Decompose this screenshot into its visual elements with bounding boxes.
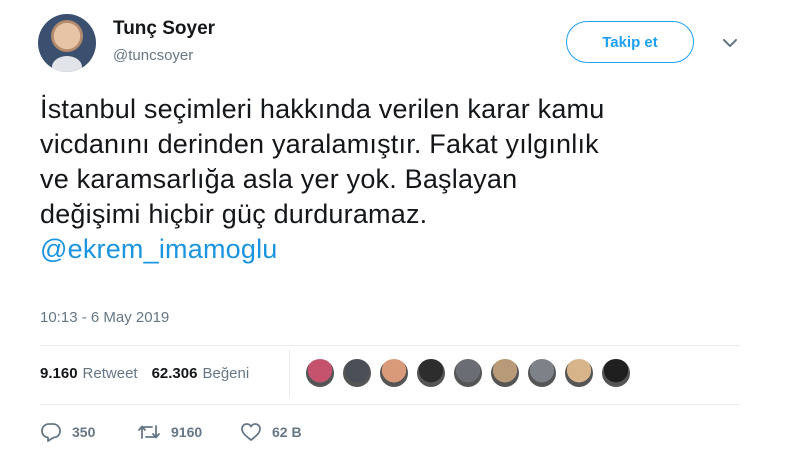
like-count[interactable]: 62.306 — [152, 365, 198, 382]
author-avatar[interactable] — [38, 14, 96, 72]
author-handle[interactable]: @tuncsoyer — [113, 47, 193, 64]
follow-button[interactable]: Takip et — [566, 21, 694, 63]
like-action-count: 62 B — [272, 424, 302, 440]
retweet-icon — [138, 425, 160, 439]
tweet-actions: 350 9160 62 B — [40, 422, 302, 442]
reply-icon — [41, 423, 61, 442]
chevron-down-icon[interactable] — [720, 33, 740, 53]
mention-link[interactable]: @ekrem_imamoglu — [40, 232, 760, 267]
liker-avatar[interactable] — [342, 358, 372, 388]
stats-separator — [289, 349, 290, 397]
tweet-timestamp[interactable]: 10:13 - 6 May 2019 — [40, 309, 169, 326]
reply-button[interactable]: 350 — [40, 422, 137, 442]
divider — [40, 345, 740, 346]
retweet-label[interactable]: Retweet — [83, 365, 138, 382]
tweet-line: ve karamsarlığa asla yer yok. Başlayan — [40, 164, 518, 194]
liker-avatars — [305, 358, 638, 388]
liker-avatar[interactable] — [527, 358, 557, 388]
reply-count: 350 — [72, 424, 96, 440]
author-name[interactable]: Tunç Soyer — [113, 18, 215, 40]
retweet-action-count: 9160 — [171, 424, 203, 440]
divider — [40, 404, 740, 405]
like-button[interactable]: 62 B — [240, 422, 302, 442]
like-label[interactable]: Beğeni — [202, 365, 249, 382]
liker-avatar[interactable] — [564, 358, 594, 388]
tweet-stats: 9.160 Retweet 62.306 Beğeni — [40, 365, 263, 382]
tweet-line: vicdanını derinden yaralamıştır. Fakat y… — [40, 129, 599, 159]
follow-button-label: Takip et — [602, 33, 658, 51]
tweet-line: İstanbul seçimleri hakkında verilen kara… — [40, 94, 605, 124]
liker-avatar[interactable] — [379, 358, 409, 388]
liker-avatar[interactable] — [490, 358, 520, 388]
tweet-line: değişimi hiçbir güç durduramaz. — [40, 199, 428, 229]
liker-avatar[interactable] — [305, 358, 335, 388]
retweet-count[interactable]: 9.160 — [40, 365, 78, 382]
liker-avatar[interactable] — [601, 358, 631, 388]
liker-avatar[interactable] — [416, 358, 446, 388]
heart-icon — [241, 423, 261, 441]
retweet-button[interactable]: 9160 — [137, 422, 240, 442]
liker-avatar[interactable] — [453, 358, 483, 388]
tweet-text: İstanbul seçimleri hakkında verilen kara… — [40, 92, 760, 267]
